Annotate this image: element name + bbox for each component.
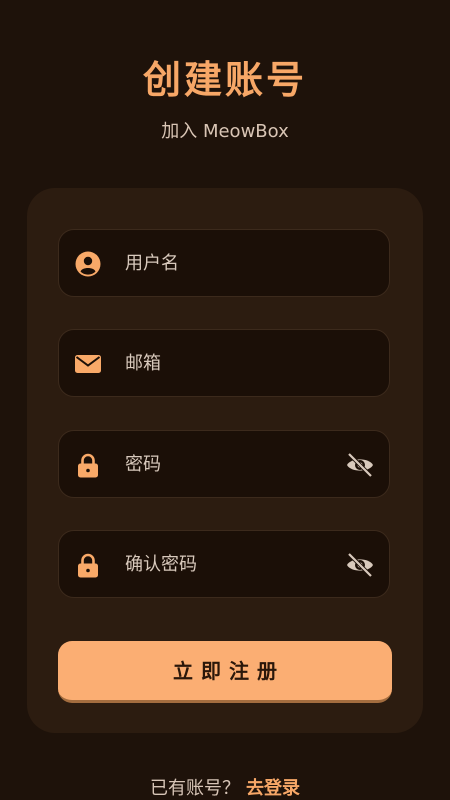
login-link[interactable]: 去登录 [246, 778, 300, 799]
eye-slash-icon[interactable] [345, 451, 375, 479]
lock-icon [78, 453, 98, 478]
page-title: 创建账号 [142, 58, 307, 102]
login-prompt: 已有账号？ 去登录 [0, 777, 450, 800]
password-placeholder: 密码 [125, 454, 161, 475]
confirm-password-placeholder: 确认密码 [125, 554, 197, 575]
envelope-icon [75, 355, 101, 373]
lock-icon [78, 553, 98, 578]
email-field[interactable]: 邮箱 [58, 329, 390, 397]
username-placeholder: 用户名 [125, 253, 179, 274]
user-circle-icon [75, 251, 101, 277]
email-placeholder: 邮箱 [125, 353, 161, 374]
password-field[interactable]: 密码 [58, 430, 390, 498]
register-card: 用户名 邮箱 密码 确认密码 立即注册 [27, 188, 423, 733]
page-subtitle: 加入 MeowBox [161, 121, 289, 142]
eye-slash-icon[interactable] [345, 551, 375, 579]
register-button[interactable]: 立即注册 [58, 641, 392, 703]
register-screen: 创建账号 加入 MeowBox 用户名 邮箱 密码 确认密码 立即注册 已有账号… [0, 0, 450, 800]
login-prompt-text: 已有账号？ [150, 778, 240, 799]
confirm-password-field[interactable]: 确认密码 [58, 530, 390, 598]
username-field[interactable]: 用户名 [58, 229, 390, 297]
